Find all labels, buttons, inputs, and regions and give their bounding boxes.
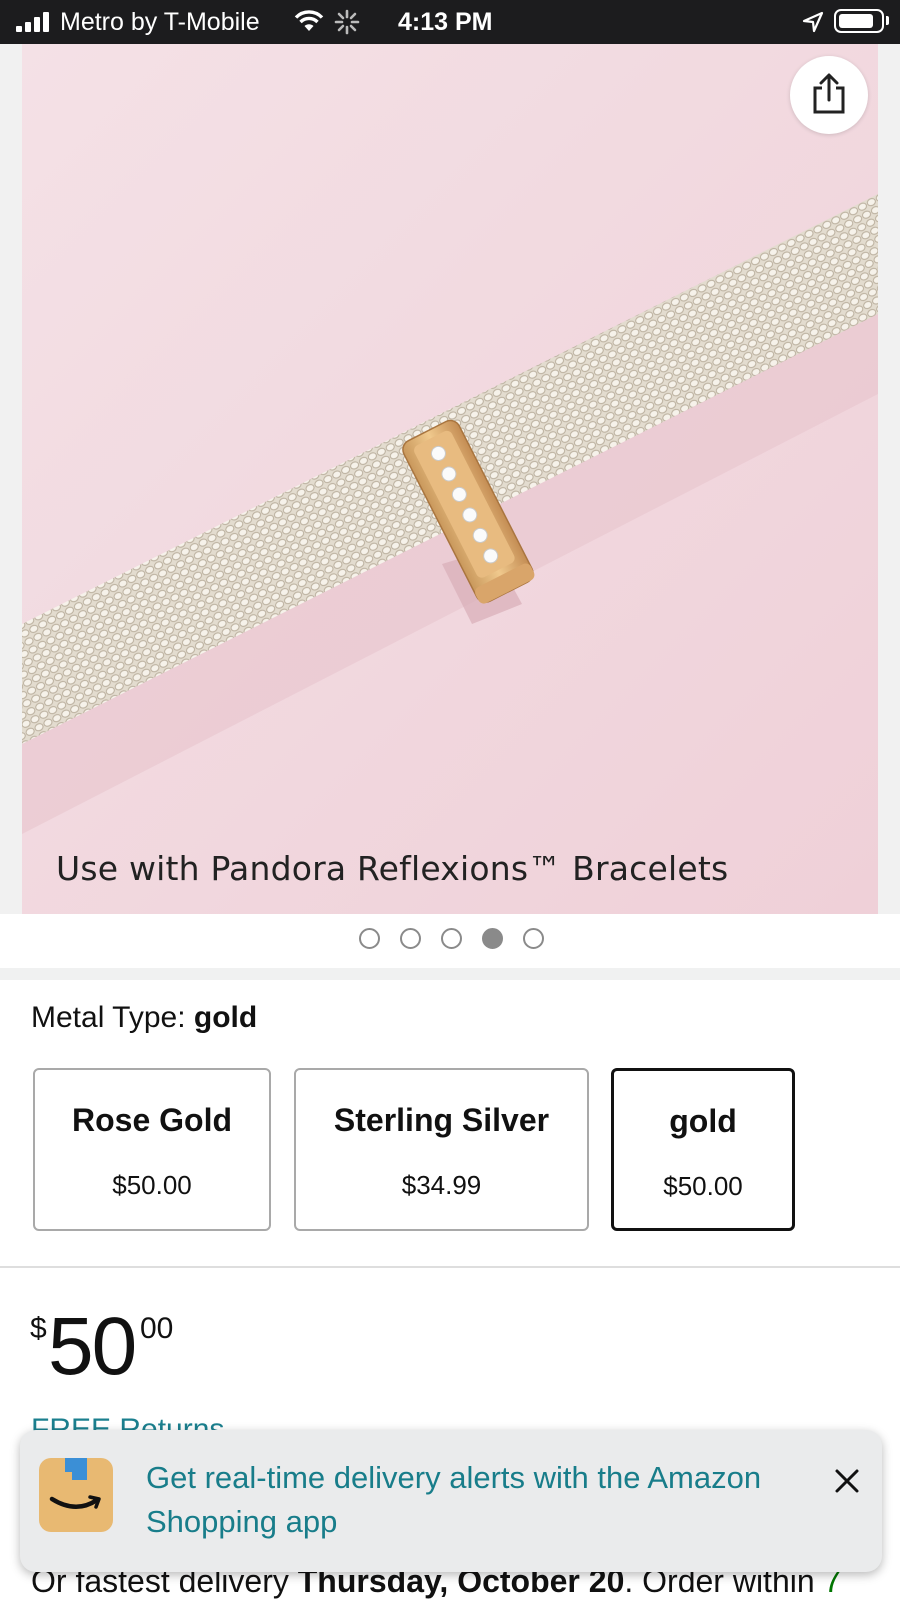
variant-price: $50.00 — [663, 1171, 743, 1201]
status-bar: Metro by T-Mobile 4:13 PM — [0, 0, 900, 44]
metal-type-prefix: Metal Type: — [31, 1001, 194, 1034]
variant-name: Rose Gold — [71, 1102, 232, 1138]
carousel-dot[interactable] — [522, 928, 544, 949]
variant-name: Sterling Silver — [333, 1102, 550, 1138]
banner-message[interactable]: Get real-time delivery alerts with the A… — [146, 1456, 806, 1544]
price-currency-symbol: $ — [30, 1312, 47, 1345]
share-button[interactable] — [790, 56, 868, 134]
variant-option-sterling-silver[interactable]: Sterling Silver $34.99 — [294, 1068, 589, 1231]
carousel-dot[interactable] — [358, 928, 380, 949]
metal-type-label: Metal Type: gold — [31, 1001, 257, 1035]
image-caption: Use with Pandora Reflexions™ Bracelets — [56, 849, 729, 888]
wifi-icon — [294, 10, 324, 31]
divider — [0, 1266, 900, 1268]
close-icon[interactable] — [832, 1466, 862, 1496]
product-image-gallery[interactable]: Use with Pandora Reflexions™ Bracelets — [0, 44, 900, 914]
price-whole: 50 — [48, 1301, 137, 1392]
section-divider — [0, 968, 900, 980]
carousel-dot[interactable] — [440, 928, 462, 949]
app-download-banner[interactable]: Get real-time delivery alerts with the A… — [20, 1430, 882, 1572]
battery-cap — [886, 16, 889, 25]
product-photo[interactable]: Use with Pandora Reflexions™ Bracelets — [22, 44, 878, 914]
price-fraction: 00 — [140, 1312, 174, 1345]
variant-name: gold — [669, 1103, 737, 1139]
carrier-name: Metro by T-Mobile — [60, 8, 260, 36]
cellular-signal-icon — [16, 12, 54, 32]
amazon-app-icon — [39, 1458, 113, 1532]
metal-type-selected: gold — [193, 1001, 258, 1034]
share-icon — [813, 73, 845, 114]
variant-option-rose-gold[interactable]: Rose Gold $50.00 — [33, 1068, 271, 1231]
variant-option-gold[interactable]: gold $50.00 — [611, 1068, 795, 1231]
carousel-dot[interactable] — [481, 928, 503, 949]
clock-time: 4:13 PM — [398, 8, 493, 36]
variant-price: $50.00 — [112, 1170, 192, 1200]
variant-price: $34.99 — [401, 1170, 482, 1200]
activity-spinner-icon — [334, 9, 360, 35]
carousel-dot[interactable] — [399, 928, 421, 949]
battery-icon — [834, 9, 884, 33]
bracelet-charm-image — [22, 44, 878, 914]
location-arrow-icon — [802, 11, 824, 33]
carousel-indicator[interactable] — [0, 928, 900, 952]
